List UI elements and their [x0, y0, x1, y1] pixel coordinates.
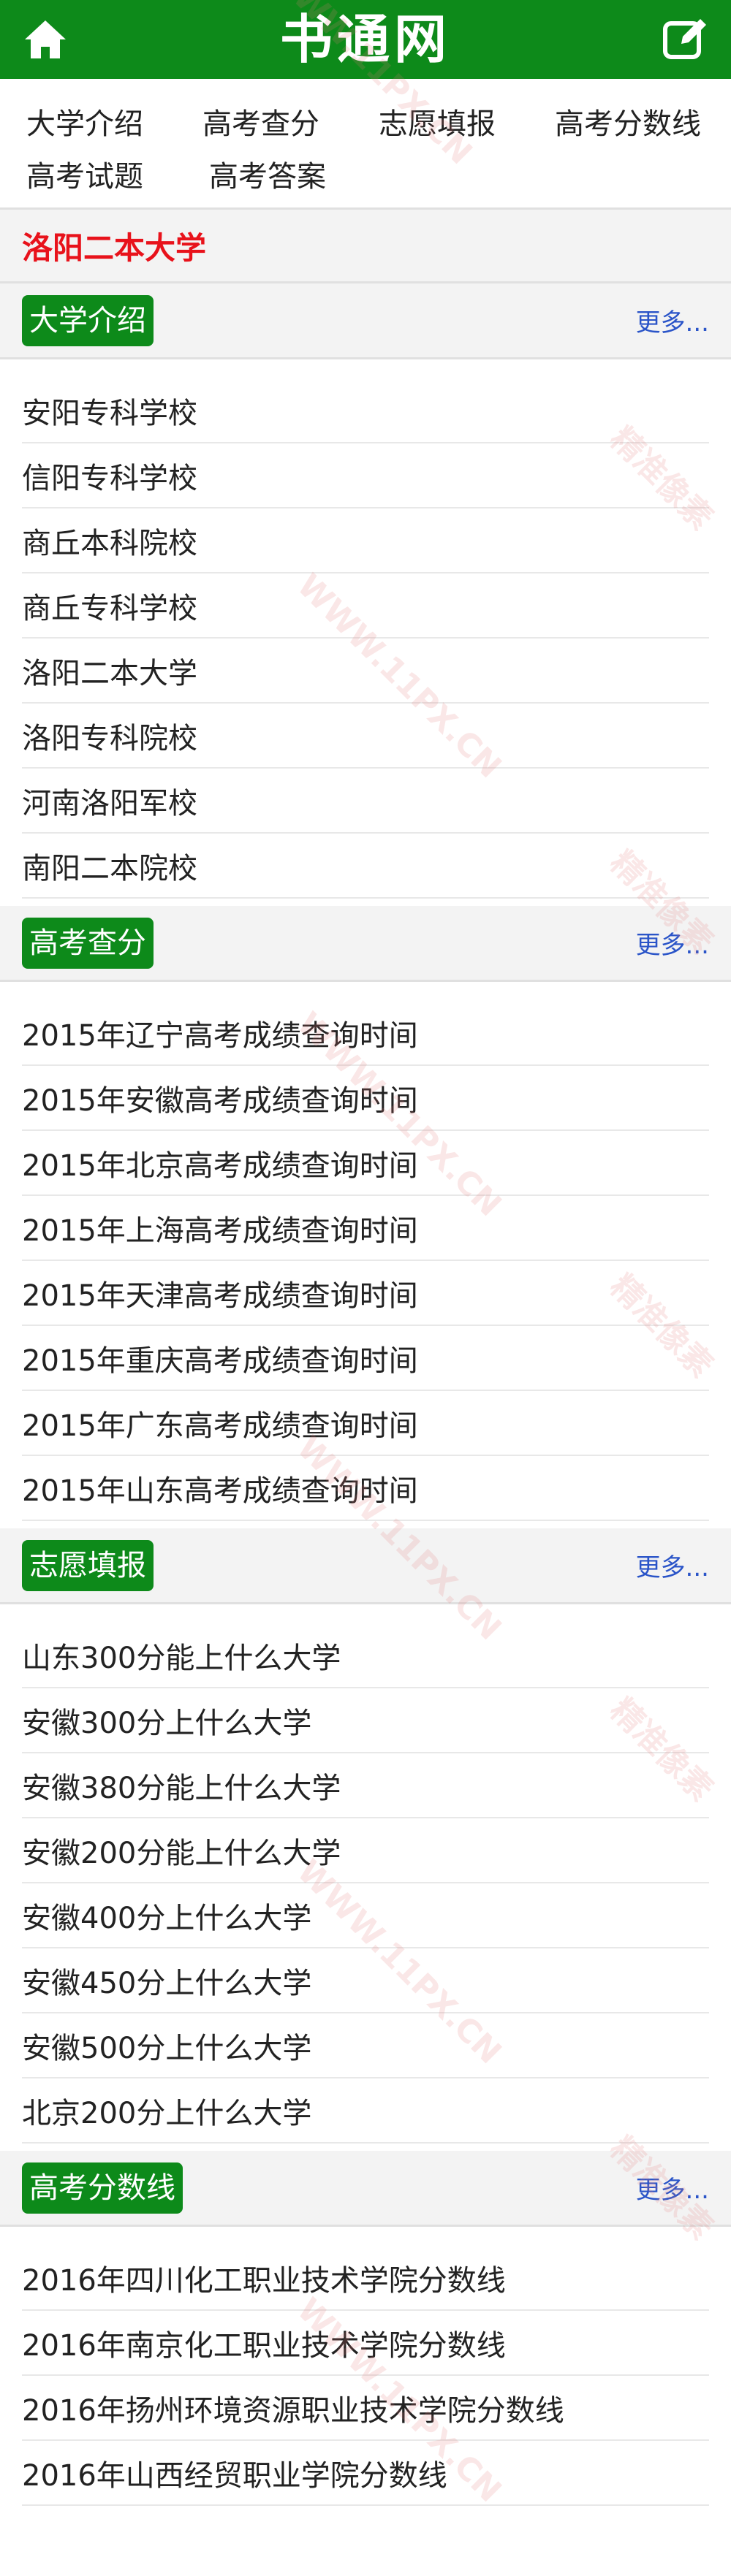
- section-title[interactable]: 大学介绍: [22, 294, 154, 346]
- home-button[interactable]: [22, 16, 69, 63]
- article-list: 山东300分能上什么大学 安徽300分上什么大学 安徽380分能上什么大学 安徽…: [0, 1604, 731, 2151]
- list-item[interactable]: 安徽380分能上什么大学: [22, 1753, 709, 1818]
- section-application: 志愿填报 更多... 山东300分能上什么大学 安徽300分上什么大学 安徽38…: [0, 1528, 731, 2151]
- list-item[interactable]: 河南洛阳军校: [22, 769, 709, 834]
- section-score-line: 高考分数线 更多... 2016年四川化工职业技术学院分数线 2016年南京化工…: [0, 2151, 731, 2513]
- section-university: 大学介绍 更多... 安阳专科学校 信阳专科学校 商丘本科院校 商丘专科学校 洛…: [0, 283, 731, 906]
- more-link[interactable]: 更多...: [636, 302, 709, 338]
- list-item[interactable]: 2015年天津高考成绩查询时间: [22, 1261, 709, 1326]
- list-item[interactable]: 2015年广东高考成绩查询时间: [22, 1391, 709, 1456]
- list-item[interactable]: 2016年南京化工职业技术学院分数线: [22, 2311, 709, 2376]
- article-list: 安阳专科学校 信阳专科学校 商丘本科院校 商丘专科学校 洛阳二本大学 洛阳专科院…: [0, 359, 731, 906]
- more-link[interactable]: 更多...: [636, 1547, 709, 1583]
- nav-row-1: 大学介绍 高考查分 志愿填报 高考分数线: [26, 95, 731, 148]
- current-school-title[interactable]: 洛阳二本大学: [22, 224, 206, 268]
- category-nav: 大学介绍 高考查分 志愿填报 高考分数线 高考试题 高考答案: [0, 79, 731, 202]
- list-item[interactable]: 商丘本科院校: [22, 508, 709, 573]
- edit-button[interactable]: [661, 15, 709, 63]
- site-title: 书通网: [279, 9, 451, 70]
- nav-item-university[interactable]: 大学介绍: [26, 100, 202, 142]
- list-item[interactable]: 2016年扬州环境资源职业技术学院分数线: [22, 2376, 709, 2441]
- section-title[interactable]: 高考分数线: [22, 2162, 183, 2214]
- list-item[interactable]: 2015年安徽高考成绩查询时间: [22, 1066, 709, 1131]
- list-item[interactable]: 信阳专科学校: [22, 443, 709, 508]
- section-score-query: 高考查分 更多... 2015年辽宁高考成绩查询时间 2015年安徽高考成绩查询…: [0, 906, 731, 1528]
- list-item[interactable]: 安徽500分上什么大学: [22, 2013, 709, 2078]
- nav-item-exam-papers[interactable]: 高考试题: [26, 153, 209, 195]
- more-link[interactable]: 更多...: [636, 925, 709, 961]
- list-item[interactable]: 安徽400分上什么大学: [22, 1883, 709, 1948]
- section-header: 大学介绍 更多...: [0, 283, 731, 359]
- list-item[interactable]: 2016年四川化工职业技术学院分数线: [22, 2246, 709, 2311]
- list-item[interactable]: 2015年辽宁高考成绩查询时间: [22, 1001, 709, 1066]
- article-list: 2016年四川化工职业技术学院分数线 2016年南京化工职业技术学院分数线 20…: [0, 2227, 731, 2513]
- top-header: 书通网: [0, 0, 731, 79]
- section-header: 高考查分 更多...: [0, 906, 731, 982]
- list-item[interactable]: 南阳二本院校: [22, 834, 709, 899]
- list-item[interactable]: 安徽450分上什么大学: [22, 1948, 709, 2013]
- section-title[interactable]: 志愿填报: [22, 1539, 154, 1591]
- list-item[interactable]: 安阳专科学校: [22, 378, 709, 443]
- list-item[interactable]: 洛阳二本大学: [22, 639, 709, 704]
- section-title[interactable]: 高考查分: [22, 917, 154, 969]
- section-header: 志愿填报 更多...: [0, 1528, 731, 1604]
- list-item[interactable]: 2015年北京高考成绩查询时间: [22, 1131, 709, 1196]
- edit-icon: [663, 19, 706, 59]
- more-link[interactable]: 更多...: [636, 2170, 709, 2206]
- list-item[interactable]: 2015年上海高考成绩查询时间: [22, 1196, 709, 1261]
- list-item[interactable]: 安徽300分上什么大学: [22, 1688, 709, 1753]
- list-item[interactable]: 2015年重庆高考成绩查询时间: [22, 1326, 709, 1391]
- page: 书通网 大学介绍 高考查分 志愿填报 高考分数线 高考试题 高考答案 洛阳二本大…: [0, 0, 731, 2576]
- list-item[interactable]: 2015年山东高考成绩查询时间: [22, 1456, 709, 1521]
- section-header: 高考分数线 更多...: [0, 2151, 731, 2227]
- nav-item-score-line[interactable]: 高考分数线: [555, 100, 731, 142]
- list-item[interactable]: 洛阳专科院校: [22, 704, 709, 769]
- list-item[interactable]: 商丘专科学校: [22, 573, 709, 639]
- list-item[interactable]: 2016年山西经贸职业学院分数线: [22, 2441, 709, 2506]
- nav-item-exam-answers[interactable]: 高考答案: [209, 153, 392, 195]
- nav-item-score-query[interactable]: 高考查分: [202, 100, 379, 142]
- list-item[interactable]: 安徽200分能上什么大学: [22, 1818, 709, 1883]
- nav-row-2: 高考试题 高考答案: [26, 148, 731, 200]
- nav-item-application[interactable]: 志愿填报: [379, 100, 555, 142]
- list-item[interactable]: 北京200分上什么大学: [22, 2078, 709, 2144]
- list-item[interactable]: 山东300分能上什么大学: [22, 1623, 709, 1688]
- current-school-bar: 洛阳二本大学: [0, 207, 731, 283]
- article-list: 2015年辽宁高考成绩查询时间 2015年安徽高考成绩查询时间 2015年北京高…: [0, 982, 731, 1528]
- home-icon: [25, 20, 66, 58]
